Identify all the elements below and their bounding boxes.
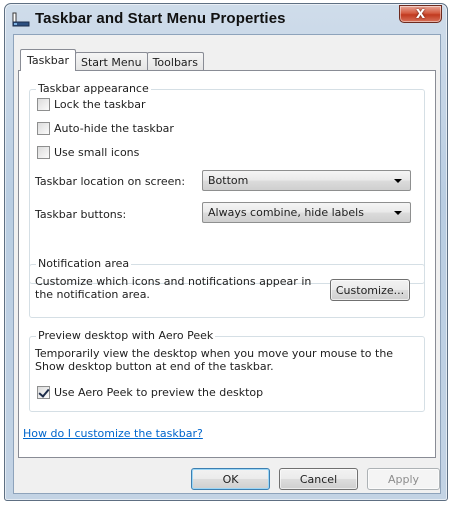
small-icons-row[interactable]: Use small icons — [37, 146, 139, 159]
auto-hide-row[interactable]: Auto-hide the taskbar — [37, 122, 174, 135]
window-title: Taskbar and Start Menu Properties — [35, 10, 286, 27]
notification-area-group: Notification area Customize which icons … — [29, 257, 425, 318]
buttons-label: Taskbar buttons: — [35, 208, 127, 221]
close-icon: X — [415, 7, 426, 21]
lock-taskbar-label: Lock the taskbar — [54, 98, 146, 111]
help-link[interactable]: How do I customize the taskbar? — [23, 427, 203, 440]
aero-peek-label: Use Aero Peek to preview the desktop — [54, 386, 264, 399]
taskbar-appearance-group: Taskbar appearance Lock the taskbar Auto… — [29, 82, 425, 284]
tab-taskbar[interactable]: Taskbar — [20, 49, 76, 71]
aero-peek-group: Preview desktop with Aero Peek Temporari… — [29, 329, 425, 412]
small-icons-label: Use small icons — [54, 146, 140, 159]
auto-hide-checkbox[interactable] — [37, 122, 50, 135]
cancel-button[interactable]: Cancel — [279, 468, 358, 490]
chevron-down-icon — [394, 211, 402, 215]
group-title-notification: Notification area — [36, 257, 132, 270]
buttons-select[interactable]: Always combine, hide labels — [202, 202, 411, 223]
close-button[interactable]: X — [399, 5, 442, 23]
location-label: Taskbar location on screen: — [35, 175, 186, 188]
taskbar-icon — [12, 12, 30, 27]
aero-peek-checkbox[interactable] — [37, 386, 50, 399]
taskbar-tab-panel: Taskbar appearance Lock the taskbar Auto… — [18, 70, 436, 458]
customize-button[interactable]: Customize... — [330, 279, 410, 301]
location-select[interactable]: Bottom — [202, 170, 411, 191]
auto-hide-label: Auto-hide the taskbar — [54, 122, 174, 135]
buttons-value: Always combine, hide labels — [208, 206, 364, 219]
aero-peek-description: Temporarily view the desktop when you mo… — [35, 347, 394, 373]
tab-start-menu[interactable]: Start Menu — [75, 52, 148, 71]
tab-strip: Taskbar Start Menu Toolbars — [20, 49, 204, 71]
tab-toolbars[interactable]: Toolbars — [146, 52, 204, 71]
notification-description: Customize which icons and notifications … — [35, 275, 312, 301]
location-value: Bottom — [208, 174, 249, 187]
lock-taskbar-row[interactable]: Lock the taskbar — [37, 98, 146, 111]
dialog-client: Taskbar Start Menu Toolbars Taskbar appe… — [13, 34, 441, 494]
small-icons-checkbox[interactable] — [37, 146, 50, 159]
chevron-down-icon — [394, 179, 402, 183]
aero-peek-row[interactable]: Use Aero Peek to preview the desktop — [37, 386, 263, 399]
group-title-aero-peek: Preview desktop with Aero Peek — [36, 329, 216, 342]
ok-button[interactable]: OK — [191, 468, 270, 490]
properties-window: Taskbar and Start Menu Properties X Task… — [4, 3, 448, 501]
lock-taskbar-checkbox[interactable] — [37, 98, 50, 111]
apply-button[interactable]: Apply — [367, 468, 440, 490]
group-title-appearance: Taskbar appearance — [36, 82, 151, 95]
title-bar[interactable]: Taskbar and Start Menu Properties X — [5, 4, 447, 34]
